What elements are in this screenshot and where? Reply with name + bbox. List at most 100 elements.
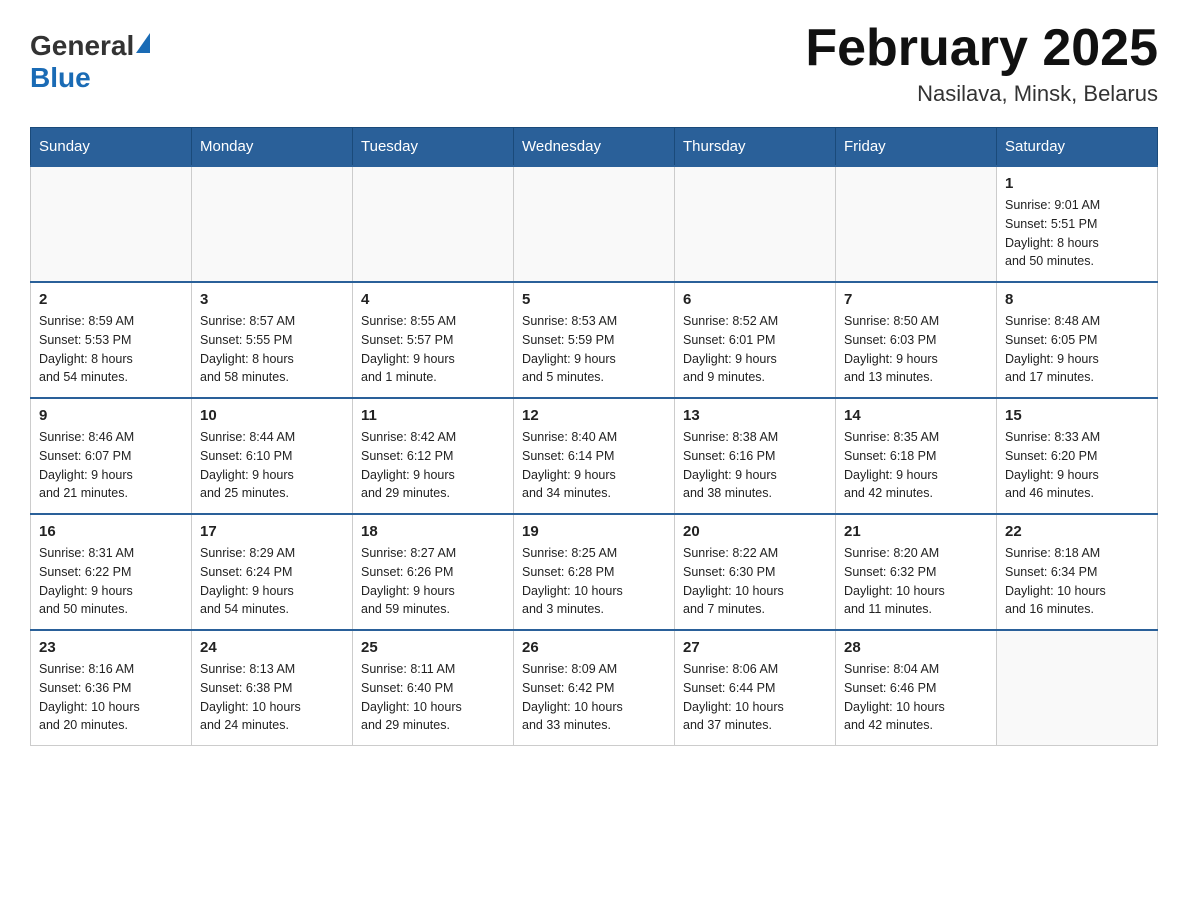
week-row-4: 16 Sunrise: 8:31 AM Sunset: 6:22 PM Dayli… xyxy=(31,514,1158,630)
page-header: General Blue February 2025 Nasilava, Min… xyxy=(30,20,1158,107)
weekday-header-friday: Friday xyxy=(836,128,997,167)
day-cell: 3 Sunrise: 8:57 AM Sunset: 5:55 PM Daylig… xyxy=(192,282,353,398)
day-cell: 7 Sunrise: 8:50 AM Sunset: 6:03 PM Daylig… xyxy=(836,282,997,398)
day-number: 3 xyxy=(200,291,344,308)
day-number: 12 xyxy=(522,407,666,424)
day-cell: 4 Sunrise: 8:55 AM Sunset: 5:57 PM Daylig… xyxy=(353,282,514,398)
day-cell: 15 Sunrise: 8:33 AM Sunset: 6:20 PM Dayli… xyxy=(997,398,1158,514)
day-number: 6 xyxy=(683,291,827,308)
day-info: Sunrise: 8:18 AM Sunset: 6:34 PM Dayligh… xyxy=(1005,544,1149,619)
day-info: Sunrise: 8:29 AM Sunset: 6:24 PM Dayligh… xyxy=(200,544,344,619)
weekday-header-thursday: Thursday xyxy=(675,128,836,167)
day-cell: 16 Sunrise: 8:31 AM Sunset: 6:22 PM Dayli… xyxy=(31,514,192,630)
month-title: February 2025 xyxy=(805,20,1158,77)
day-info: Sunrise: 8:11 AM Sunset: 6:40 PM Dayligh… xyxy=(361,660,505,735)
day-info: Sunrise: 8:13 AM Sunset: 6:38 PM Dayligh… xyxy=(200,660,344,735)
day-cell: 11 Sunrise: 8:42 AM Sunset: 6:12 PM Dayli… xyxy=(353,398,514,514)
day-info: Sunrise: 8:16 AM Sunset: 6:36 PM Dayligh… xyxy=(39,660,183,735)
week-row-2: 2Sunrise: 8:59 AM Sunset: 5:53 PM Daylig… xyxy=(31,282,1158,398)
day-info: Sunrise: 8:20 AM Sunset: 6:32 PM Dayligh… xyxy=(844,544,988,619)
day-number: 1 xyxy=(1005,175,1149,192)
weekday-header-sunday: Sunday xyxy=(31,128,192,167)
day-info: Sunrise: 8:44 AM Sunset: 6:10 PM Dayligh… xyxy=(200,428,344,503)
day-number: 5 xyxy=(522,291,666,308)
day-cell xyxy=(836,166,997,282)
day-cell: 1 Sunrise: 9:01 AM Sunset: 5:51 PM Daylig… xyxy=(997,166,1158,282)
weekday-header-row: SundayMondayTuesdayWednesdayThursdayFrid… xyxy=(31,128,1158,167)
day-cell: 21 Sunrise: 8:20 AM Sunset: 6:32 PM Dayli… xyxy=(836,514,997,630)
day-cell xyxy=(997,630,1158,746)
weekday-header-wednesday: Wednesday xyxy=(514,128,675,167)
weekday-header-monday: Monday xyxy=(192,128,353,167)
day-cell: 17 Sunrise: 8:29 AM Sunset: 6:24 PM Dayli… xyxy=(192,514,353,630)
week-row-5: 23Sunrise: 8:16 AM Sunset: 6:36 PM Dayli… xyxy=(31,630,1158,746)
day-info: Sunrise: 8:22 AM Sunset: 6:30 PM Dayligh… xyxy=(683,544,827,619)
day-number: 26 xyxy=(522,639,666,656)
week-row-3: 9Sunrise: 8:46 AM Sunset: 6:07 PM Daylig… xyxy=(31,398,1158,514)
day-info: Sunrise: 8:42 AM Sunset: 6:12 PM Dayligh… xyxy=(361,428,505,503)
day-info: Sunrise: 8:50 AM Sunset: 6:03 PM Dayligh… xyxy=(844,312,988,387)
day-number: 17 xyxy=(200,523,344,540)
day-info: Sunrise: 8:33 AM Sunset: 6:20 PM Dayligh… xyxy=(1005,428,1149,503)
day-number: 25 xyxy=(361,639,505,656)
day-number: 7 xyxy=(844,291,988,308)
day-cell: 26 Sunrise: 8:09 AM Sunset: 6:42 PM Dayli… xyxy=(514,630,675,746)
day-info: Sunrise: 8:06 AM Sunset: 6:44 PM Dayligh… xyxy=(683,660,827,735)
day-info: Sunrise: 8:55 AM Sunset: 5:57 PM Dayligh… xyxy=(361,312,505,387)
day-number: 20 xyxy=(683,523,827,540)
day-info: Sunrise: 8:48 AM Sunset: 6:05 PM Dayligh… xyxy=(1005,312,1149,387)
week-row-1: 1 Sunrise: 9:01 AM Sunset: 5:51 PM Daylig… xyxy=(31,166,1158,282)
day-number: 4 xyxy=(361,291,505,308)
day-cell xyxy=(353,166,514,282)
day-number: 8 xyxy=(1005,291,1149,308)
day-cell: 10 Sunrise: 8:44 AM Sunset: 6:10 PM Dayli… xyxy=(192,398,353,514)
day-number: 15 xyxy=(1005,407,1149,424)
title-block: February 2025 Nasilava, Minsk, Belarus xyxy=(805,20,1158,107)
day-cell: 13 Sunrise: 8:38 AM Sunset: 6:16 PM Dayli… xyxy=(675,398,836,514)
day-cell: 22 Sunrise: 8:18 AM Sunset: 6:34 PM Dayli… xyxy=(997,514,1158,630)
day-number: 24 xyxy=(200,639,344,656)
day-cell xyxy=(31,166,192,282)
day-cell: 25 Sunrise: 8:11 AM Sunset: 6:40 PM Dayli… xyxy=(353,630,514,746)
day-cell xyxy=(675,166,836,282)
day-info: Sunrise: 8:52 AM Sunset: 6:01 PM Dayligh… xyxy=(683,312,827,387)
day-number: 19 xyxy=(522,523,666,540)
logo: General Blue xyxy=(30,20,150,94)
day-number: 14 xyxy=(844,407,988,424)
day-cell: 28Sunrise: 8:04 AM Sunset: 6:46 PM Dayli… xyxy=(836,630,997,746)
logo-triangle-icon xyxy=(136,33,150,53)
day-info: Sunrise: 8:46 AM Sunset: 6:07 PM Dayligh… xyxy=(39,428,183,503)
day-info: Sunrise: 8:09 AM Sunset: 6:42 PM Dayligh… xyxy=(522,660,666,735)
day-number: 13 xyxy=(683,407,827,424)
day-cell xyxy=(192,166,353,282)
day-info: Sunrise: 8:31 AM Sunset: 6:22 PM Dayligh… xyxy=(39,544,183,619)
day-cell: 20 Sunrise: 8:22 AM Sunset: 6:30 PM Dayli… xyxy=(675,514,836,630)
day-number: 27 xyxy=(683,639,827,656)
day-number: 21 xyxy=(844,523,988,540)
day-cell: 2Sunrise: 8:59 AM Sunset: 5:53 PM Daylig… xyxy=(31,282,192,398)
day-number: 16 xyxy=(39,523,183,540)
logo-blue-text: Blue xyxy=(30,62,91,94)
location-text: Nasilava, Minsk, Belarus xyxy=(805,81,1158,107)
day-cell: 19 Sunrise: 8:25 AM Sunset: 6:28 PM Dayli… xyxy=(514,514,675,630)
day-info: Sunrise: 8:59 AM Sunset: 5:53 PM Dayligh… xyxy=(39,312,183,387)
day-info: Sunrise: 8:38 AM Sunset: 6:16 PM Dayligh… xyxy=(683,428,827,503)
day-number: 28 xyxy=(844,639,988,656)
day-info: Sunrise: 8:35 AM Sunset: 6:18 PM Dayligh… xyxy=(844,428,988,503)
day-cell: 27 Sunrise: 8:06 AM Sunset: 6:44 PM Dayli… xyxy=(675,630,836,746)
day-number: 11 xyxy=(361,407,505,424)
day-cell xyxy=(514,166,675,282)
day-cell: 12Sunrise: 8:40 AM Sunset: 6:14 PM Dayli… xyxy=(514,398,675,514)
day-info: Sunrise: 8:57 AM Sunset: 5:55 PM Dayligh… xyxy=(200,312,344,387)
day-info: Sunrise: 9:01 AM Sunset: 5:51 PM Dayligh… xyxy=(1005,196,1149,271)
calendar-table: SundayMondayTuesdayWednesdayThursdayFrid… xyxy=(30,127,1158,746)
weekday-header-tuesday: Tuesday xyxy=(353,128,514,167)
day-cell: 8 Sunrise: 8:48 AM Sunset: 6:05 PM Daylig… xyxy=(997,282,1158,398)
day-info: Sunrise: 8:53 AM Sunset: 5:59 PM Dayligh… xyxy=(522,312,666,387)
day-number: 22 xyxy=(1005,523,1149,540)
day-number: 10 xyxy=(200,407,344,424)
day-info: Sunrise: 8:27 AM Sunset: 6:26 PM Dayligh… xyxy=(361,544,505,619)
day-cell: 9Sunrise: 8:46 AM Sunset: 6:07 PM Daylig… xyxy=(31,398,192,514)
weekday-header-saturday: Saturday xyxy=(997,128,1158,167)
day-info: Sunrise: 8:25 AM Sunset: 6:28 PM Dayligh… xyxy=(522,544,666,619)
